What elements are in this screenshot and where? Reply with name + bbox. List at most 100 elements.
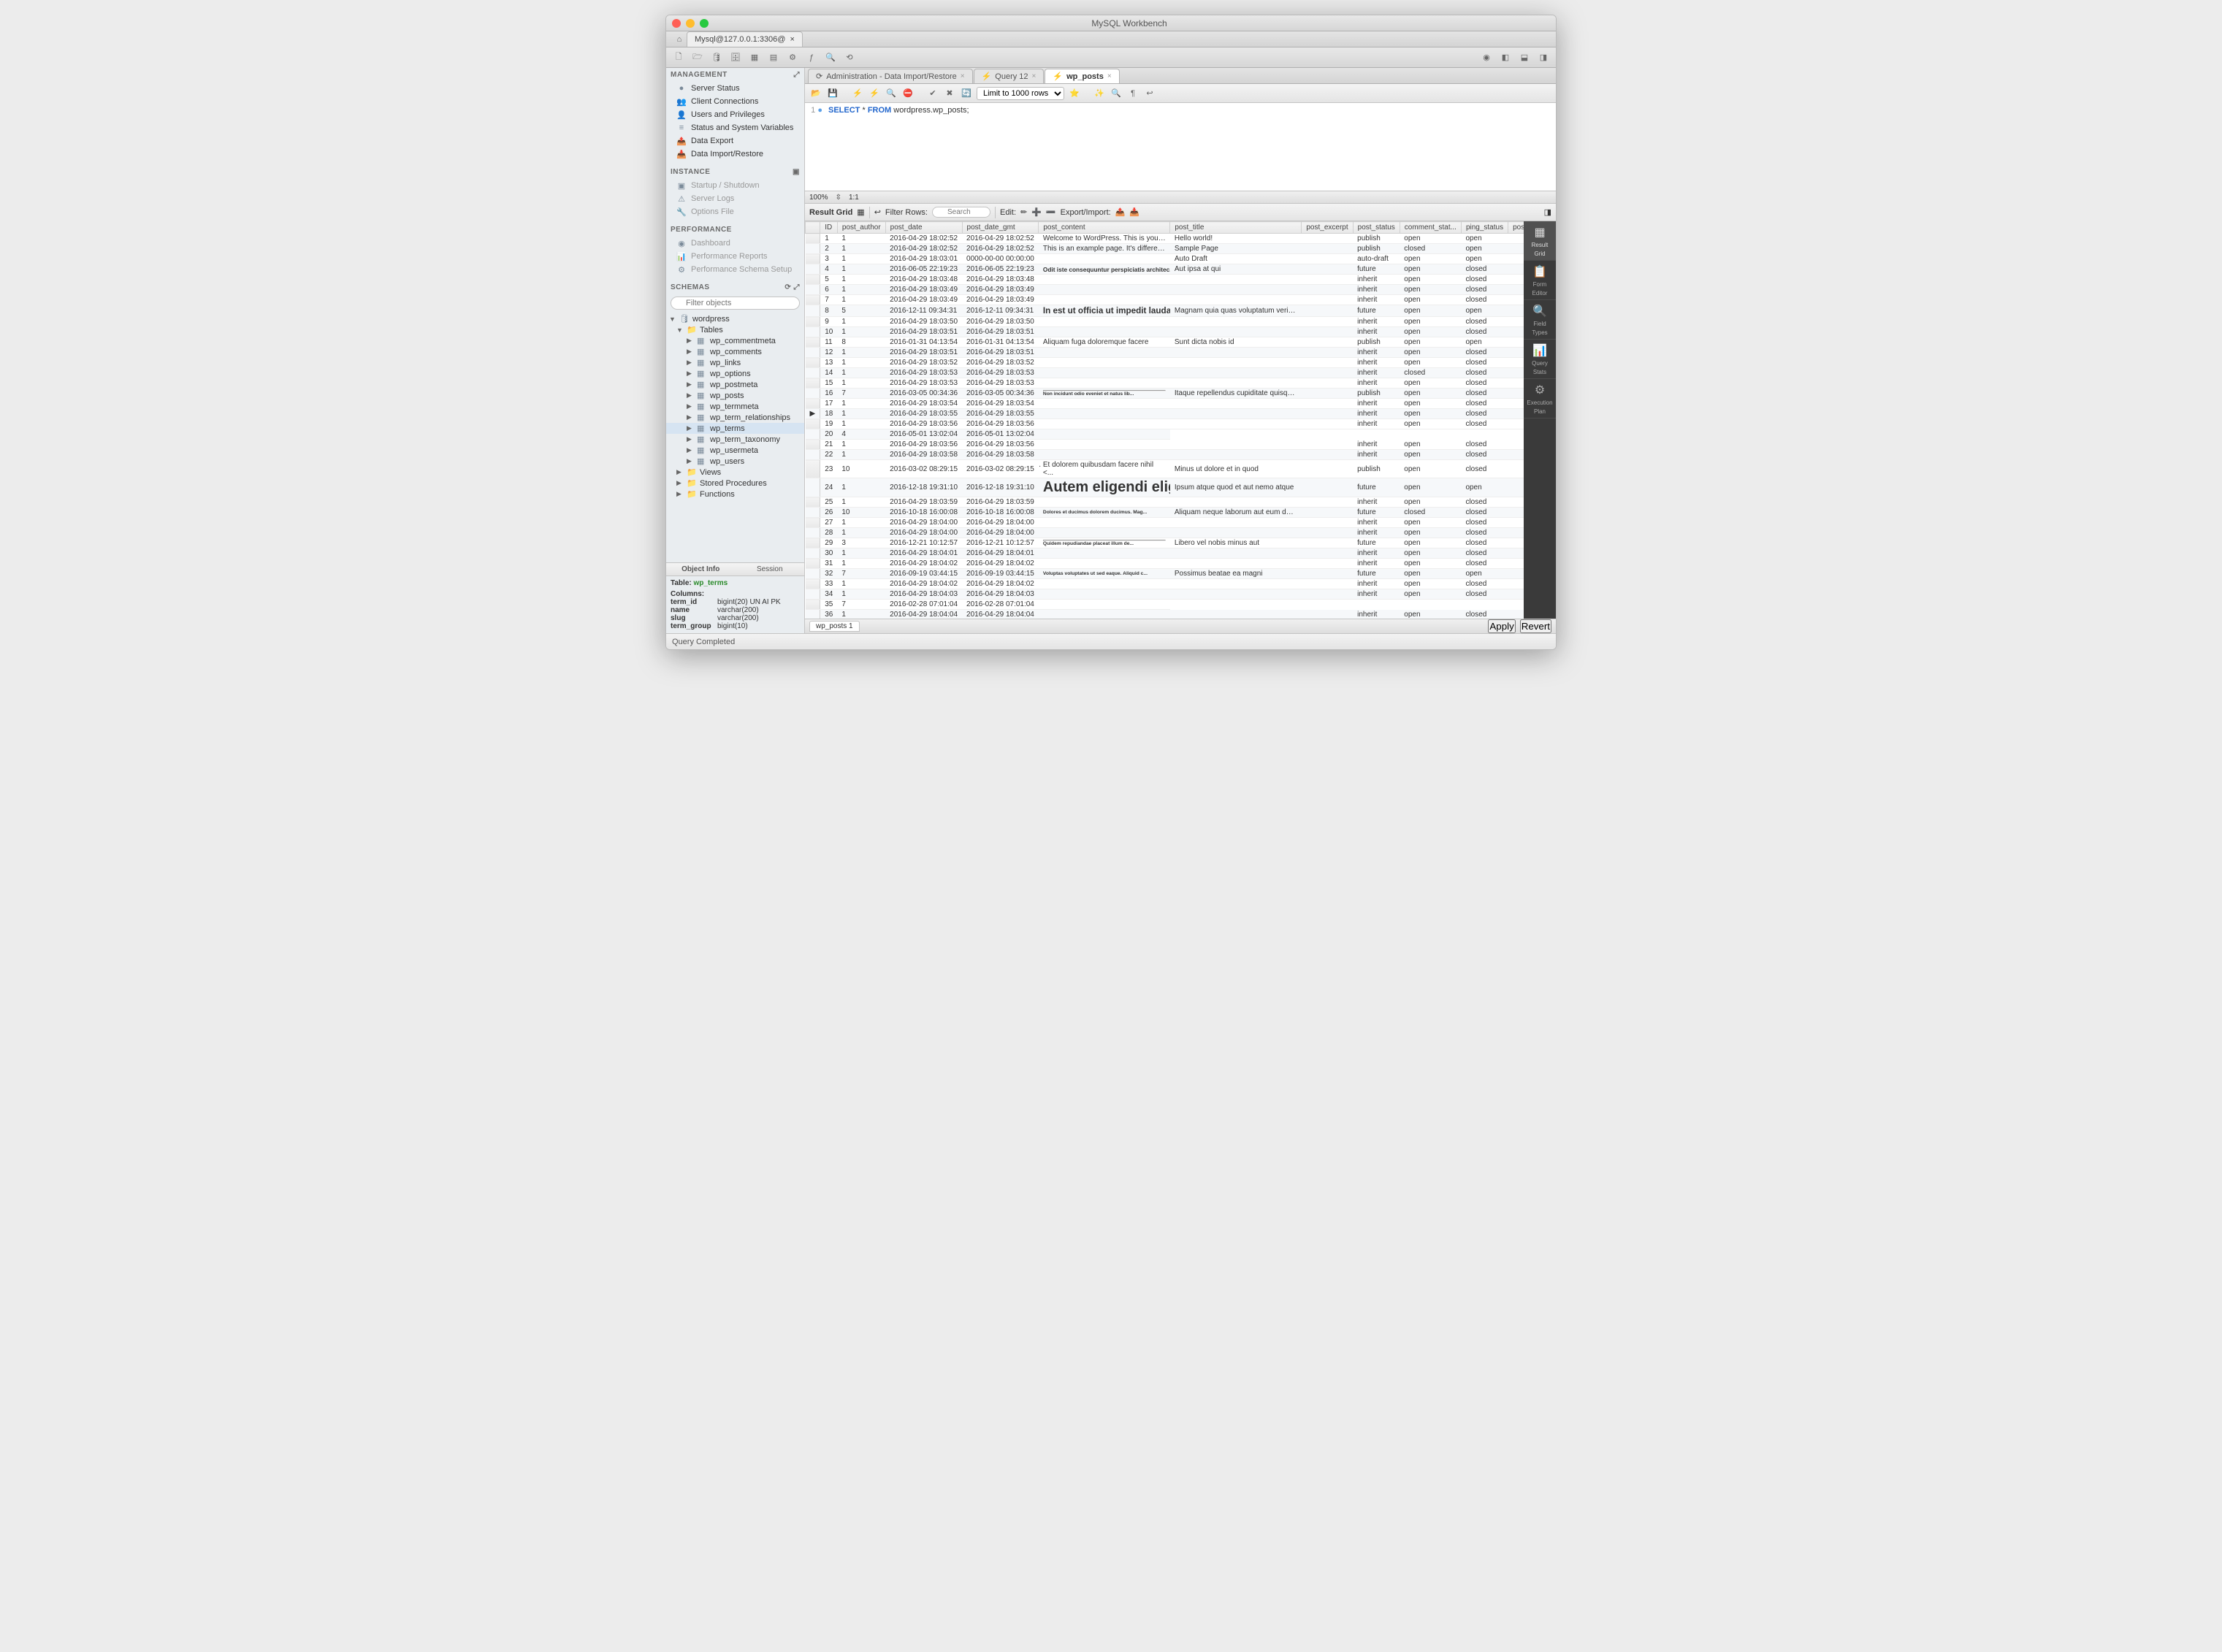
table-row[interactable]: 2932016-12-21 10:12:572016-12-21 10:12:5… <box>806 538 1524 548</box>
sql-code[interactable]: SELECT * FROM wordpress.wp_posts; <box>828 106 1556 188</box>
close-icon[interactable]: × <box>1107 72 1112 80</box>
table-row[interactable]: 3612016-04-29 18:04:042016-04-29 18:04:0… <box>806 610 1524 619</box>
settings-icon[interactable]: ◉ <box>1478 50 1494 65</box>
connection-tab[interactable]: Mysql@127.0.0.1:3306@ × <box>687 31 803 47</box>
sidebar-item[interactable]: 📤Data Export <box>666 134 804 148</box>
table-row[interactable]: 3412016-04-29 18:04:032016-04-29 18:04:0… <box>806 589 1524 600</box>
query-stats-tab[interactable]: 📊QueryStats <box>1524 340 1556 379</box>
table-item[interactable]: ▶▦wp_comments <box>666 346 804 357</box>
zoom-stepper-icon[interactable]: ⇳ <box>836 194 841 202</box>
form-editor-tab[interactable]: 📋FormEditor <box>1524 261 1556 300</box>
session-tab[interactable]: Session <box>736 563 805 575</box>
search-icon[interactable]: 🔍 <box>822 50 839 65</box>
reconnect-icon[interactable]: ⟲ <box>841 50 858 65</box>
close-icon[interactable]: × <box>1032 72 1036 80</box>
table-row[interactable]: 612016-04-29 18:03:492016-04-29 18:03:49… <box>806 285 1524 295</box>
filter-rows-input[interactable] <box>932 207 990 218</box>
open-file-icon[interactable]: 📂 <box>809 87 822 100</box>
column-header[interactable]: post_author <box>837 222 885 234</box>
result-bottom-tab[interactable]: wp_posts 1 <box>809 621 860 632</box>
close-icon[interactable]: × <box>961 72 965 80</box>
column-header[interactable]: post_content <box>1039 222 1170 234</box>
table-row[interactable]: 852016-12-11 09:34:312016-12-11 09:34:31… <box>806 305 1524 317</box>
beautify-icon[interactable]: ✨ <box>1093 87 1106 100</box>
table-row[interactable]: 3112016-04-29 18:04:022016-04-29 18:04:0… <box>806 559 1524 569</box>
table-row[interactable]: 1412016-04-29 18:03:532016-04-29 18:03:5… <box>806 368 1524 378</box>
column-header[interactable]: post_status <box>1353 222 1400 234</box>
add-table-icon[interactable]: ▦ <box>747 50 763 65</box>
wrap-cell-icon[interactable]: ↩ <box>874 207 881 217</box>
expand-icon[interactable]: ⤢ <box>794 283 801 291</box>
sidebar-item[interactable]: ▣Startup / Shutdown <box>666 179 804 192</box>
table-row[interactable]: 3572016-02-28 07:01:042016-02-28 07:01:0… <box>806 600 1524 610</box>
editor-tab-admin[interactable]: ⟳Administration - Data Import/Restore× <box>808 69 973 83</box>
row-limit-select[interactable]: Limit to 1000 rows <box>977 87 1064 100</box>
add-view-icon[interactable]: ▤ <box>766 50 782 65</box>
find-icon[interactable]: 🔍 <box>1110 87 1123 100</box>
table-item[interactable]: ▶▦wp_posts <box>666 390 804 401</box>
grid-icon[interactable]: ▦ <box>857 207 864 217</box>
table-row[interactable]: 212016-04-29 18:02:522016-04-29 18:02:52… <box>806 244 1524 254</box>
autocommit-icon[interactable]: 🔄 <box>960 87 973 100</box>
wrap-icon[interactable]: ↩ <box>1143 87 1156 100</box>
table-row[interactable]: 2412016-12-18 19:31:102016-12-18 19:31:1… <box>806 478 1524 497</box>
table-item[interactable]: ▶▦wp_users <box>666 456 804 467</box>
table-row[interactable]: 2512016-04-29 18:03:592016-04-29 18:03:5… <box>806 497 1524 508</box>
zoom-window-button[interactable] <box>700 19 709 28</box>
table-row[interactable]: 1672016-03-05 00:34:362016-03-05 00:34:3… <box>806 389 1524 399</box>
table-item[interactable]: ▶▦wp_commentmeta <box>666 335 804 346</box>
close-icon[interactable]: × <box>790 35 794 44</box>
schema-name[interactable]: wordpress <box>692 315 730 324</box>
table-row[interactable]: 412016-06-05 22:19:232016-06-05 22:19:23… <box>806 264 1524 275</box>
commit-icon[interactable]: ✔ <box>926 87 939 100</box>
sidebar-item[interactable]: 👤Users and Privileges <box>666 108 804 121</box>
minimize-window-button[interactable] <box>686 19 695 28</box>
editor-tab-wpposts[interactable]: ⚡wp_posts× <box>1045 69 1119 83</box>
panel-right-icon[interactable]: ◨ <box>1535 50 1551 65</box>
table-item[interactable]: ▶▦wp_usermeta <box>666 445 804 456</box>
column-header[interactable]: ping_status <box>1461 222 1508 234</box>
table-row[interactable]: 2112016-04-29 18:03:562016-04-29 18:03:5… <box>806 440 1524 450</box>
sp-node[interactable]: Stored Procedures <box>700 479 767 488</box>
table-row[interactable]: 1712016-04-29 18:03:542016-04-29 18:03:5… <box>806 399 1524 409</box>
table-row[interactable]: 2212016-04-29 18:03:582016-04-29 18:03:5… <box>806 450 1524 460</box>
rollback-icon[interactable]: ✖ <box>943 87 956 100</box>
sql-editor[interactable]: 1 ● SELECT * FROM wordpress.wp_posts; <box>805 103 1556 191</box>
inspector-icon[interactable]: 🛢 <box>709 50 725 65</box>
table-row[interactable]: 2042016-05-01 13:02:042016-05-01 13:02:0… <box>806 429 1524 440</box>
export-icon[interactable]: 📤 <box>1115 207 1126 217</box>
table-item[interactable]: ▶▦wp_links <box>666 357 804 368</box>
add-sp-icon[interactable]: ⚙ <box>784 50 801 65</box>
execute-icon[interactable]: ⚡ <box>851 87 864 100</box>
panel-left-icon[interactable]: ◧ <box>1497 50 1513 65</box>
table-row[interactable]: 3272016-09-19 03:44:152016-09-19 03:44:1… <box>806 569 1524 579</box>
editor-tab-query[interactable]: ⚡Query 12× <box>974 69 1045 83</box>
refresh-icon[interactable]: ⟳ <box>784 283 791 291</box>
import-icon[interactable]: 📥 <box>1129 207 1139 217</box>
sidebar-item[interactable]: ●Server Status <box>666 82 804 95</box>
column-header[interactable]: post_excerpt <box>1302 222 1353 234</box>
stop-icon[interactable]: ⛔ <box>901 87 915 100</box>
column-header[interactable]: comment_stat... <box>1400 222 1461 234</box>
add-schema-icon[interactable]: 🗄 <box>728 50 744 65</box>
table-row[interactable]: 1212016-04-29 18:03:512016-04-29 18:03:5… <box>806 348 1524 358</box>
views-node[interactable]: Views <box>700 468 721 477</box>
sidebar-item[interactable]: ⚠Server Logs <box>666 192 804 205</box>
close-window-button[interactable] <box>672 19 681 28</box>
table-row[interactable]: 3012016-04-29 18:04:012016-04-29 18:04:0… <box>806 548 1524 559</box>
sidebar-item[interactable]: ⚙Performance Schema Setup <box>666 263 804 276</box>
column-header[interactable]: post_ <box>1508 222 1524 234</box>
field-types-tab[interactable]: 🔍FieldTypes <box>1524 300 1556 340</box>
home-icon[interactable]: ⌂ <box>672 31 687 47</box>
save-file-icon[interactable]: 💾 <box>826 87 839 100</box>
result-grid-tab[interactable]: ▦ResultGrid <box>1524 221 1556 261</box>
explain-icon[interactable]: 🔍 <box>885 87 898 100</box>
revert-button[interactable]: Revert <box>1520 619 1551 633</box>
table-row[interactable]: 2812016-04-29 18:04:002016-04-29 18:04:0… <box>806 528 1524 538</box>
table-item[interactable]: ▶▦wp_termmeta <box>666 401 804 412</box>
sidebar-item[interactable]: 👥Client Connections <box>666 95 804 108</box>
table-row[interactable]: 312016-04-29 18:03:010000-00-00 00:00:00… <box>806 254 1524 264</box>
sidebar-item[interactable]: ◉Dashboard <box>666 237 804 250</box>
table-item[interactable]: ▶▦wp_options <box>666 368 804 379</box>
table-item[interactable]: ▶▦wp_postmeta <box>666 379 804 390</box>
